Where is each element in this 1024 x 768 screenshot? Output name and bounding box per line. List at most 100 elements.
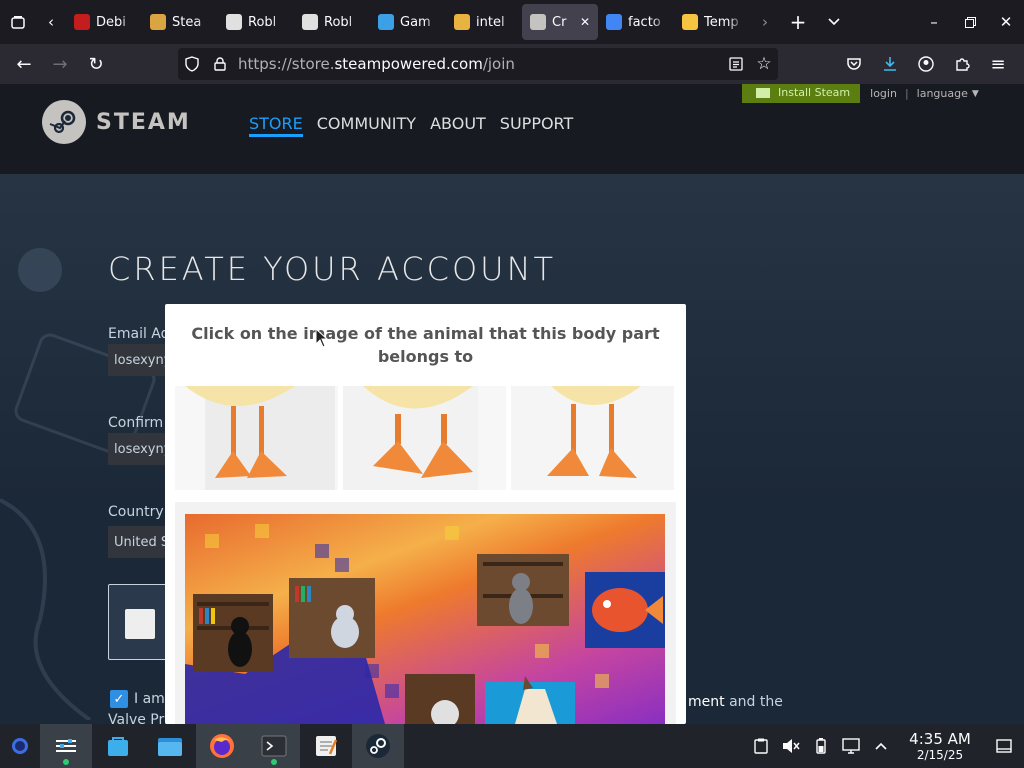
show-desktop-icon[interactable]	[984, 739, 1024, 753]
agreement-text-right: ment and the	[688, 694, 783, 710]
minimize-icon[interactable]: –	[916, 0, 952, 44]
browser-tab[interactable]: facto	[598, 4, 674, 40]
clock-date: 2/15/25	[916, 747, 964, 762]
browser-tab[interactable]: Debi	[66, 4, 142, 40]
taskbar-steam-icon[interactable]	[352, 724, 404, 768]
restore-icon[interactable]	[952, 0, 988, 44]
separator: |	[904, 87, 909, 100]
steam-header: STEAM STORE COMMUNITY ABOUT SUPPORT Inst…	[0, 84, 1024, 174]
answer-option-2[interactable]	[343, 386, 506, 490]
google-icon	[606, 14, 622, 30]
global-actions: Install Steam login | language ▼	[742, 84, 979, 103]
agreement-row: ✓ I am	[110, 690, 165, 708]
recaptcha-box[interactable]	[108, 584, 168, 660]
reader-view-icon[interactable]	[722, 54, 750, 74]
taskbar-firefox-icon[interactable]	[196, 724, 248, 768]
taskbar-files-icon[interactable]	[144, 724, 196, 768]
lock-icon[interactable]	[206, 57, 234, 71]
mail-icon	[682, 14, 698, 30]
browser-nav-bar: ← → ↻ https://store.steampowered.com/joi…	[0, 44, 1024, 84]
new-tab-icon[interactable]: +	[780, 0, 816, 44]
agree-checkbox[interactable]: ✓	[110, 690, 128, 708]
url-path: /join	[482, 55, 515, 73]
agree-text: I am	[134, 691, 165, 707]
tab-label: Robl	[248, 14, 277, 30]
browser-tab[interactable]: Gam	[370, 4, 446, 40]
browser-tab[interactable]: Temp	[674, 4, 750, 40]
agreement-tail: and the	[729, 694, 783, 710]
globe-icon	[378, 14, 394, 30]
captcha-modal: Click on the image of the animal that th…	[165, 304, 686, 724]
email-field[interactable]: losexyny	[108, 344, 168, 376]
tab-label: Temp	[704, 14, 739, 30]
account-icon[interactable]	[908, 44, 944, 84]
tab-overview-icon[interactable]	[0, 0, 36, 44]
running-indicator	[63, 759, 69, 765]
close-tab-icon[interactable]: ✕	[580, 15, 590, 29]
captcha-checkbox[interactable]	[125, 609, 155, 639]
back-arrow-icon[interactable]: ←	[6, 44, 42, 84]
browser-tab[interactable]: Robl	[294, 4, 370, 40]
list-all-tabs-icon[interactable]	[816, 0, 852, 44]
tab-label: facto	[628, 14, 661, 30]
country-select[interactable]: United S	[108, 526, 168, 558]
tab-label: intel	[476, 14, 505, 30]
nav-community[interactable]: COMMUNITY	[317, 114, 416, 137]
country-label: Country	[108, 504, 164, 520]
email-label: Email Ad	[108, 326, 170, 342]
hamburger-menu-icon[interactable]: ≡	[980, 44, 1016, 84]
challenge-mosaic-image[interactable]	[185, 514, 665, 724]
reload-icon[interactable]: ↻	[78, 44, 114, 84]
tab-scroll-right-icon[interactable]: ›	[750, 0, 780, 44]
forward-arrow-icon[interactable]: →	[42, 44, 78, 84]
browser-tab[interactable]: Stea	[142, 4, 218, 40]
volume-muted-icon[interactable]	[776, 738, 806, 754]
install-steam-label: Install Steam	[778, 86, 851, 99]
nav-about[interactable]: ABOUT	[430, 114, 486, 137]
tab-label: Gam	[400, 14, 431, 30]
nav-store[interactable]: STORE	[249, 114, 303, 137]
taskbar: 4:35 AM 2/15/25	[0, 724, 1024, 768]
browser-tab[interactable]: Cr ✕	[522, 4, 598, 40]
language-dropdown[interactable]: language	[917, 87, 968, 100]
battery-icon[interactable]	[806, 738, 836, 754]
browser-tab-strip: ‹ Debi Stea Robl Robl Gam intel Cr ✕ facto Temp ›…	[0, 0, 1024, 44]
taskbar-text-editor-icon[interactable]	[300, 724, 352, 768]
pocket-icon[interactable]	[836, 44, 872, 84]
mouse-cursor-icon	[315, 328, 329, 348]
downloads-icon[interactable]	[872, 44, 908, 84]
login-link[interactable]: login	[870, 87, 897, 100]
steam-main-nav: STORE COMMUNITY ABOUT SUPPORT	[249, 114, 573, 137]
url-bar[interactable]: https://store.steampowered.com/join ☆	[178, 48, 778, 80]
tab-label: Robl	[324, 14, 353, 30]
extensions-puzzle-icon[interactable]	[944, 44, 980, 84]
browser-tab[interactable]: Robl	[218, 4, 294, 40]
clock[interactable]: 4:35 AM 2/15/25	[900, 730, 980, 762]
application-launcher-icon[interactable]	[0, 724, 40, 768]
taskbar-store-icon[interactable]	[92, 724, 144, 768]
tab-label: Stea	[172, 14, 202, 30]
close-window-icon[interactable]: ✕	[988, 0, 1024, 44]
clipboard-icon[interactable]	[746, 738, 776, 754]
confirm-email-field[interactable]: losexyny	[108, 433, 168, 465]
nav-support[interactable]: SUPPORT	[500, 114, 573, 137]
steam-logo-text: STEAM	[96, 109, 191, 135]
steam-icon	[530, 14, 546, 30]
network-icon[interactable]	[836, 738, 866, 754]
steam-logo[interactable]: STEAM	[42, 100, 191, 144]
answer-option-3[interactable]	[511, 386, 674, 490]
agreement-link[interactable]: ment	[688, 694, 725, 710]
tray-expand-icon[interactable]	[866, 742, 896, 750]
answer-option-1[interactable]	[175, 386, 338, 490]
url-bar-actions: ☆	[722, 54, 778, 74]
url-domain: steampowered.com	[334, 55, 483, 73]
tracking-shield-icon[interactable]	[178, 56, 206, 72]
browser-tab[interactable]: intel	[446, 4, 522, 40]
steam-logo-icon	[42, 100, 86, 144]
tab-label: Debi	[96, 14, 126, 30]
bookmark-star-icon[interactable]: ☆	[750, 54, 778, 74]
tab-scroll-left-icon[interactable]: ‹	[36, 0, 66, 44]
taskbar-settings-icon[interactable]	[40, 724, 92, 768]
install-steam-button[interactable]: Install Steam	[742, 84, 861, 103]
taskbar-terminal-icon[interactable]	[248, 724, 300, 768]
